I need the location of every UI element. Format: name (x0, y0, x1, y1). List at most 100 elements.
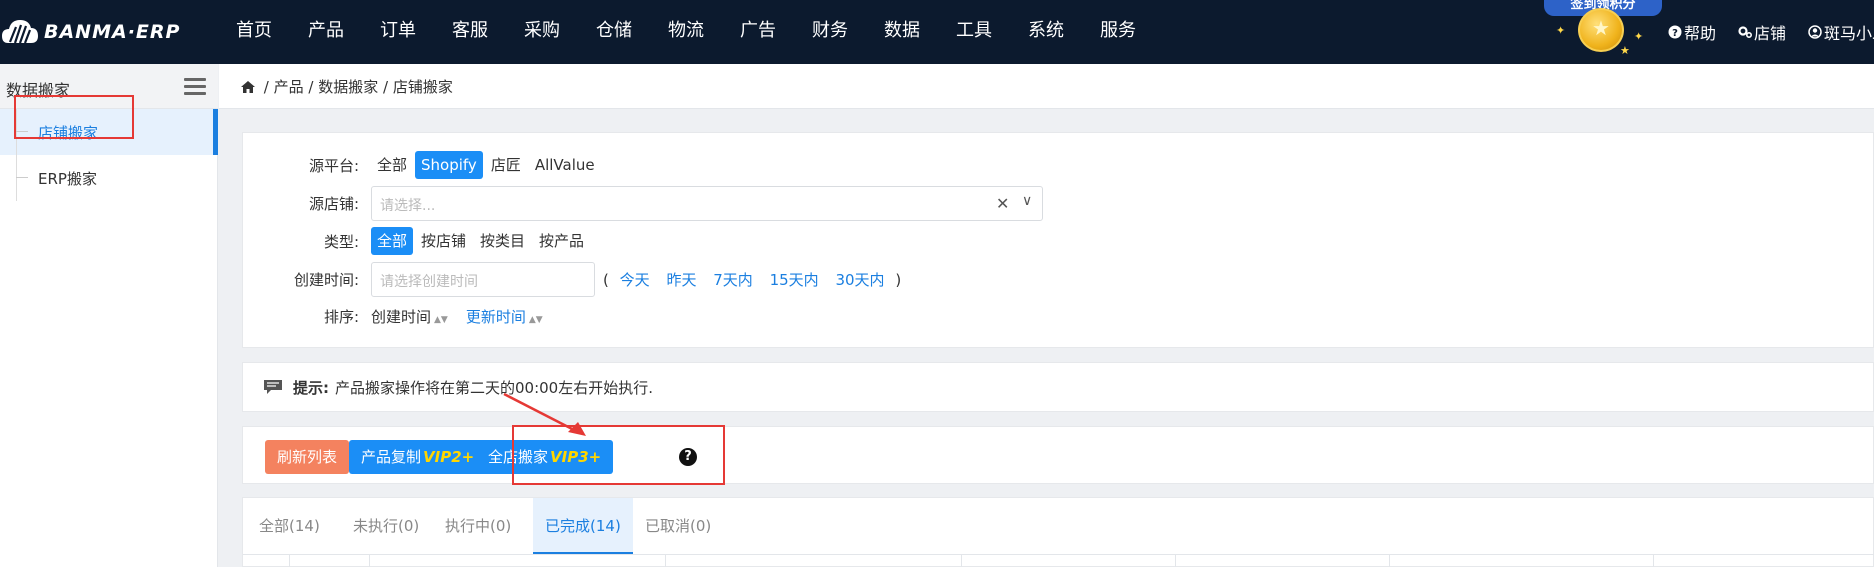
quick-today[interactable]: 今天 (620, 271, 650, 289)
breadcrumb-separator: / (378, 78, 393, 96)
sparkle-icon: ✦ (1634, 30, 1644, 43)
platform-option-all[interactable]: 全部 (371, 151, 413, 179)
tip-label: 提示: (293, 379, 329, 397)
created-time-input[interactable]: 请选择创建时间 (371, 261, 595, 297)
nav-ads[interactable]: 广告 (740, 0, 776, 64)
home-icon[interactable] (241, 81, 255, 93)
sort-updated-label: 更新时间 (465, 307, 526, 326)
sort-label: 排序: (323, 307, 359, 326)
sparkle-icon: ✦ (1556, 24, 1566, 37)
help-link[interactable]: ? 帮助 (1668, 0, 1716, 64)
type-option-by-product[interactable]: 按产品 (533, 227, 590, 255)
created-time-label: 创建时间: (293, 270, 359, 289)
nav-logistics[interactable]: 物流 (668, 0, 704, 64)
store-filter: 源店铺: 请选择... ✕ ∨ (243, 185, 1043, 221)
brand-name: BANMA·ERP (44, 21, 181, 43)
nav-warehouse[interactable]: 仓储 (596, 0, 632, 64)
tab-completed[interactable]: 已完成(14) (533, 498, 633, 554)
sort-caret-icon: ▲▼ (528, 314, 543, 325)
main-nav: 首页 产品 订单 客服 采购 仓储 物流 广告 财务 数据 工具 系统 服务 (236, 0, 1172, 64)
tip-message: 产品搬家操作将在第二天的00:00左右开始执行. (335, 379, 653, 397)
help-label: 帮助 (1684, 24, 1717, 43)
nav-orders[interactable]: 订单 (380, 0, 416, 64)
question-circle-icon: ? (1668, 25, 1682, 39)
nav-data[interactable]: 数据 (884, 0, 920, 64)
chevron-down-icon[interactable]: ∨ (1022, 193, 1032, 209)
nav-customer-service[interactable]: 客服 (452, 0, 488, 64)
tip-bar: 提示: 产品搬家操作将在第二天的00:00左右开始执行. (242, 362, 1874, 412)
nav-services[interactable]: 服务 (1100, 0, 1136, 64)
nav-purchasing[interactable]: 采购 (524, 0, 560, 64)
platform-filter: 源平台: 全部 Shopify 店匠 AllValue (243, 149, 603, 181)
copy-label: 产品复制 (361, 448, 422, 466)
shop-label: 店铺 (1754, 24, 1787, 43)
table-column-divider (1175, 555, 1176, 567)
signin-reward-widget[interactable]: 签到领积分 ★ ✦ ✦ ★ (1534, 0, 1662, 64)
vip-badge: VIP2+ (423, 448, 475, 466)
table-header (243, 554, 1874, 567)
platform-option-dianjiang[interactable]: 店匠 (485, 151, 527, 179)
table-column-divider (289, 555, 290, 567)
user-menu[interactable]: 斑马小二 (1808, 0, 1874, 64)
top-navbar: BANMA·ERP 首页 产品 订单 客服 采购 仓储 物流 广告 财务 数据 … (0, 0, 1874, 64)
active-indicator (213, 109, 218, 155)
created-time-placeholder: 请选择创建时间 (380, 273, 478, 290)
sort-updated-time[interactable]: 更新时间 ▲▼ (466, 306, 543, 327)
gears-icon (1738, 26, 1752, 38)
table-column-divider (369, 555, 370, 567)
brand-logo[interactable]: BANMA·ERP (0, 12, 180, 52)
tab-cancelled[interactable]: 已取消(0) (633, 498, 723, 554)
store-label: 源店铺: (308, 194, 359, 213)
breadcrumb-current: 店铺搬家 (392, 78, 453, 96)
nav-system[interactable]: 系统 (1028, 0, 1064, 64)
breadcrumb-separator: / (303, 78, 319, 96)
type-option-all[interactable]: 全部 (371, 227, 414, 255)
sparkle-icon: ★ (1620, 44, 1630, 57)
tab-running[interactable]: 执行中(0) (433, 498, 523, 554)
sidebar-item-erp-migration[interactable]: ERP搬家 (0, 155, 218, 201)
type-option-by-store[interactable]: 按店铺 (415, 227, 472, 255)
type-label: 类型: (323, 232, 359, 251)
breadcrumb-products[interactable]: 产品 (274, 78, 304, 96)
breadcrumb-data-migration[interactable]: 数据搬家 (318, 78, 378, 96)
platform-option-shopify[interactable]: Shopify (415, 151, 483, 179)
nav-tools[interactable]: 工具 (956, 0, 992, 64)
nav-home[interactable]: 首页 (236, 0, 272, 64)
clear-icon[interactable]: ✕ (996, 194, 1009, 213)
nav-finance[interactable]: 财务 (812, 0, 848, 64)
pointer-arrow-icon (503, 392, 586, 436)
paren-open: ( (603, 270, 609, 289)
quick-30days[interactable]: 30天内 (835, 271, 884, 289)
type-option-by-category[interactable]: 按类目 (474, 227, 531, 255)
quick-7days[interactable]: 7天内 (713, 271, 753, 289)
user-circle-icon (1808, 25, 1822, 39)
tree-branch (16, 177, 28, 178)
platform-label: 源平台: (308, 156, 359, 175)
quick-date-range: ( 今天 昨天 7天内 15天内 30天内 ) (603, 269, 901, 290)
quick-15days[interactable]: 15天内 (770, 271, 819, 289)
tab-all[interactable]: 全部(14) (247, 498, 332, 554)
platform-option-allvalue[interactable]: AllValue (529, 151, 601, 179)
sort-created-time[interactable]: 创建时间 ▲▼ (371, 306, 448, 327)
store-select[interactable]: 请选择... ✕ ∨ (371, 185, 1043, 221)
comment-icon (264, 380, 282, 394)
nav-products[interactable]: 产品 (308, 0, 344, 64)
hamburger-menu-icon[interactable] (184, 78, 206, 96)
table-column-divider (1389, 555, 1390, 567)
quick-yesterday[interactable]: 昨天 (666, 271, 696, 289)
zebra-cloud-icon (2, 20, 38, 44)
tab-pending[interactable]: 未执行(0) (341, 498, 431, 554)
svg-text:?: ? (1672, 28, 1678, 39)
status-tabs: 全部(14) 未执行(0) 执行中(0) 已完成(14) 已取消(0) (242, 497, 1874, 567)
table-column-divider (961, 555, 962, 567)
shop-link[interactable]: 店铺 (1738, 0, 1786, 64)
product-copy-button[interactable]: 产品复制 VIP2+ (349, 440, 487, 474)
created-time-filter: 创建时间: 请选择创建时间 ( 今天 昨天 7天内 15天内 30天内 ) (243, 261, 901, 297)
breadcrumb: / 产品 / 数据搬家 / 店铺搬家 (219, 64, 1874, 109)
store-select-placeholder: 请选择... (380, 197, 436, 214)
highlight-box (14, 95, 134, 139)
refresh-list-button[interactable]: 刷新列表 (265, 440, 350, 474)
sort-filter: 排序: 创建时间 ▲▼ 更新时间 ▲▼ (243, 300, 561, 332)
breadcrumb-separator: / (259, 78, 274, 96)
sidebar: 数据搬家 店铺搬家 ERP搬家 (0, 64, 218, 567)
